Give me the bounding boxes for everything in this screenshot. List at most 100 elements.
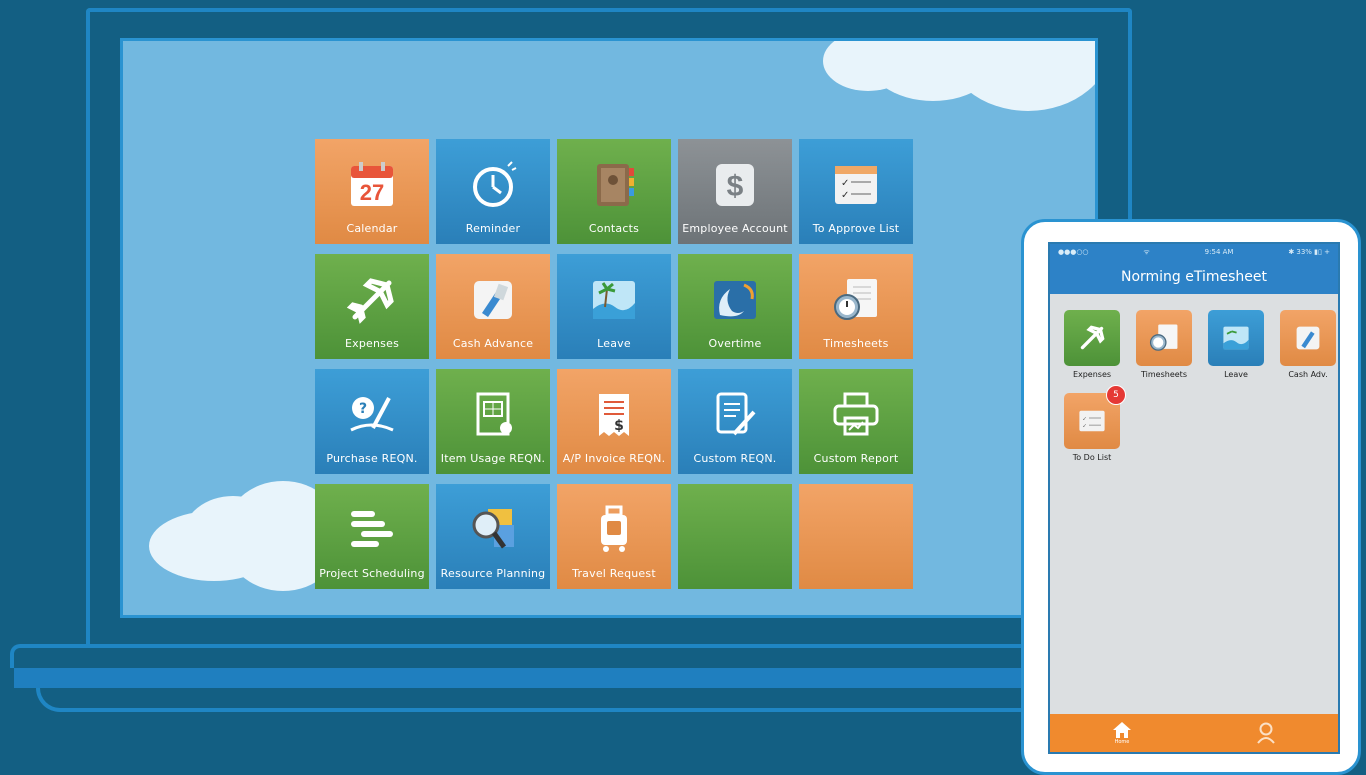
tile-resource-planning[interactable]: Resource Planning	[436, 484, 550, 589]
item-form-icon	[465, 387, 521, 443]
app-label: Expenses	[1072, 370, 1112, 379]
laptop-base	[14, 668, 1128, 688]
phone-app-grid: Expenses Timesheets Leave Cash Adv. ✓ ✓ …	[1056, 310, 1338, 462]
tile-label: Project Scheduling	[319, 567, 425, 580]
tab-home[interactable]: Home	[1112, 721, 1132, 745]
phone-app-cash-advance[interactable]: Cash Adv.	[1272, 310, 1338, 379]
airplane-icon	[344, 272, 400, 328]
question-pen-icon: ?	[344, 387, 400, 443]
checklist-icon: ✓ ✓	[828, 157, 884, 213]
battery-indicator: ✱ 33% ▮▯ +	[1288, 248, 1330, 256]
svg-text:?: ?	[359, 401, 367, 417]
tile-label: Purchase REQN.	[326, 452, 418, 465]
tile-label: Travel Request	[572, 567, 656, 580]
tile-label: Calendar	[346, 222, 398, 235]
dollar-icon: $	[707, 157, 763, 213]
tile-label: Expenses	[344, 337, 399, 350]
phone-app-to-do-list[interactable]: ✓ ✓ 5 To Do List	[1056, 385, 1128, 462]
app-label: To Do List	[1072, 453, 1112, 462]
tile-item-usage-reqn[interactable]: Item Usage REQN.	[436, 369, 550, 474]
moon-face-icon	[707, 272, 763, 328]
stopwatch-sheet-icon	[828, 272, 884, 328]
beach-icon	[1208, 310, 1264, 366]
app-title: Norming eTimesheet	[1050, 260, 1338, 294]
app-label: Leave	[1224, 370, 1248, 379]
tile-label: Overtime	[708, 337, 762, 350]
laptop-base-lip	[36, 688, 1106, 712]
tile-label: Resource Planning	[440, 567, 546, 580]
tile-ap-invoice-reqn[interactable]: $ A/P Invoice REQN.	[557, 369, 671, 474]
tile-purchase-reqn[interactable]: ? Purchase REQN.	[315, 369, 429, 474]
document-pen-icon	[707, 387, 763, 443]
gantt-icon	[344, 502, 400, 558]
home-icon	[1113, 722, 1131, 738]
tile-reminder[interactable]: Reminder	[436, 139, 550, 244]
calendar-icon: 27	[344, 157, 400, 213]
tile-label: A/P Invoice REQN.	[562, 452, 666, 465]
tile-label: Custom Report	[813, 452, 899, 465]
tab-profile[interactable]	[1256, 722, 1276, 744]
svg-text:$: $	[614, 418, 624, 434]
cash-card-icon	[1280, 310, 1336, 366]
svg-text:✓: ✓	[1082, 416, 1087, 422]
status-bar: ●●●○○ ᯤ 9:54 AM ✱ 33% ▮▯ +	[1050, 244, 1338, 260]
bottom-tab-bar: Home	[1050, 714, 1338, 752]
stopwatch-sheet-icon	[1136, 310, 1192, 366]
tile-label: Leave	[597, 337, 631, 350]
svg-text:$: $	[727, 170, 744, 203]
app-tile-grid: 27 Calendar Reminder Contacts $ Employee…	[315, 139, 913, 589]
tile-label: To Approve List	[812, 222, 900, 235]
wifi-icon: ᯤ	[1143, 247, 1150, 256]
tile-timesheets[interactable]: Timesheets	[799, 254, 913, 359]
tile-expenses[interactable]: Expenses	[315, 254, 429, 359]
tile-calendar[interactable]: 27 Calendar	[315, 139, 429, 244]
tile-contacts[interactable]: Contacts	[557, 139, 671, 244]
tile-custom-report[interactable]: Custom Report	[799, 369, 913, 474]
invoice-icon: $	[586, 387, 642, 443]
laptop-screen: 27 Calendar Reminder Contacts $ Employee…	[120, 38, 1098, 618]
notification-badge: 5	[1106, 385, 1126, 405]
tile-custom-reqn[interactable]: Custom REQN.	[678, 369, 792, 474]
tile-project-scheduling[interactable]: Project Scheduling	[315, 484, 429, 589]
cloud-top-right	[943, 41, 1095, 111]
cloud-bottom-left	[183, 496, 283, 576]
tile-to-approve-list[interactable]: ✓ ✓ To Approve List	[799, 139, 913, 244]
cash-card-icon	[465, 272, 521, 328]
app-label: Cash Adv.	[1288, 370, 1328, 379]
svg-text:✓: ✓	[1082, 424, 1087, 430]
tile-leave[interactable]: Leave	[557, 254, 671, 359]
printer-icon	[828, 387, 884, 443]
tile-label: Item Usage REQN.	[440, 452, 546, 465]
app-label: Timesheets	[1141, 370, 1187, 379]
tile-label: Contacts	[588, 222, 640, 235]
tile-overtime[interactable]: Overtime	[678, 254, 792, 359]
phone-app-timesheets[interactable]: Timesheets	[1128, 310, 1200, 379]
tile-cash-advance[interactable]: Cash Advance	[436, 254, 550, 359]
luggage-icon	[586, 502, 642, 558]
clock-icon	[465, 157, 521, 213]
tile-label: Reminder	[465, 222, 521, 235]
svg-text:✓: ✓	[841, 178, 849, 189]
tile-empty[interactable]	[678, 484, 792, 589]
laptop-hinge	[10, 644, 1130, 668]
magnifier-icon	[465, 502, 521, 558]
signal-indicator: ●●●○○	[1058, 248, 1089, 256]
user-icon	[1257, 722, 1275, 744]
tile-label: Employee Account	[682, 222, 788, 235]
tile-empty[interactable]	[799, 484, 913, 589]
tile-label: Timesheets	[823, 337, 889, 350]
svg-text:✓: ✓	[841, 190, 849, 201]
calendar-day: 27	[360, 180, 384, 205]
phone-device: ●●●○○ ᯤ 9:54 AM ✱ 33% ▮▯ + Norming eTime…	[1021, 219, 1361, 775]
phone-app-expenses[interactable]: Expenses	[1056, 310, 1128, 379]
phone-screen: ●●●○○ ᯤ 9:54 AM ✱ 33% ▮▯ + Norming eTime…	[1048, 242, 1340, 754]
tab-label: Home	[1114, 739, 1130, 745]
phone-app-leave[interactable]: Leave	[1200, 310, 1272, 379]
tile-label: Cash Advance	[452, 337, 534, 350]
airplane-icon	[1064, 310, 1120, 366]
tile-travel-request[interactable]: Travel Request	[557, 484, 671, 589]
beach-icon	[586, 272, 642, 328]
tile-employee-account[interactable]: $ Employee Account	[678, 139, 792, 244]
status-time: 9:54 AM	[1204, 248, 1234, 256]
address-book-icon	[586, 157, 642, 213]
